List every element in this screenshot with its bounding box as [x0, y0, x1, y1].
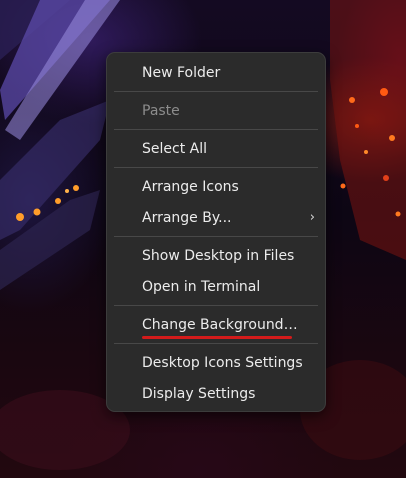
menu-separator — [114, 236, 318, 237]
desktop-context-menu: New Folder Paste Select All Arrange Icon… — [106, 52, 326, 412]
menu-item-label: Open in Terminal — [142, 279, 261, 295]
menu-item-select-all[interactable]: Select All — [114, 134, 318, 164]
menu-separator — [114, 305, 318, 306]
menu-item-paste: Paste — [114, 96, 318, 126]
menu-separator — [114, 343, 318, 344]
menu-item-label: Desktop Icons Settings — [142, 355, 303, 371]
menu-item-label: Arrange Icons — [142, 179, 239, 195]
menu-item-display-settings[interactable]: Display Settings — [114, 379, 318, 409]
menu-item-open-in-terminal[interactable]: Open in Terminal — [114, 272, 318, 302]
menu-separator — [114, 129, 318, 130]
menu-item-label: Show Desktop in Files — [142, 248, 295, 264]
menu-item-label: Select All — [142, 141, 207, 157]
menu-item-label: Paste — [142, 103, 180, 119]
chevron-right-icon: › — [309, 210, 315, 225]
menu-item-new-folder[interactable]: New Folder — [114, 58, 318, 88]
menu-item-label: Display Settings — [142, 386, 256, 402]
annotation-underline — [142, 336, 292, 339]
menu-item-arrange-by[interactable]: Arrange By... › — [114, 203, 318, 233]
desktop-background[interactable]: New Folder Paste Select All Arrange Icon… — [0, 0, 406, 478]
menu-item-show-desktop-in-files[interactable]: Show Desktop in Files — [114, 241, 318, 271]
menu-item-label: Arrange By... — [142, 210, 232, 226]
menu-item-label: New Folder — [142, 65, 221, 81]
menu-item-label: Change Background… — [142, 317, 298, 333]
menu-separator — [114, 91, 318, 92]
menu-separator — [114, 167, 318, 168]
menu-item-desktop-icons-settings[interactable]: Desktop Icons Settings — [114, 348, 318, 378]
menu-item-arrange-icons[interactable]: Arrange Icons — [114, 172, 318, 202]
